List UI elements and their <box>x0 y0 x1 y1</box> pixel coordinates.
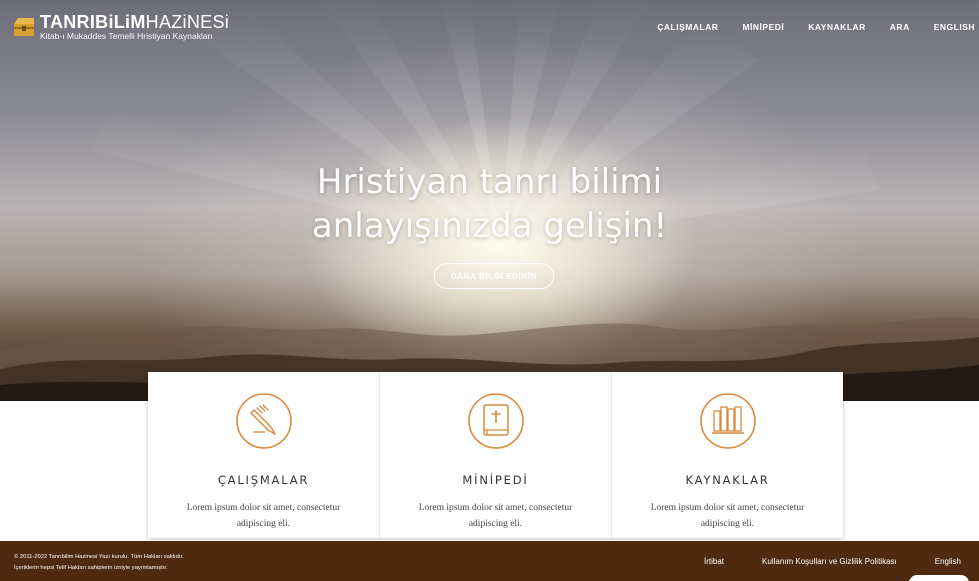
card-kaynaklar[interactable]: KAYNAKLAR Lorem ipsum dolor sit amet, co… <box>611 372 843 538</box>
hero-banner: TANRIBiLiMHAZiNESi Kitab-ı Mukaddes Teme… <box>0 0 979 401</box>
logo-title-bold: TANRIBiLiM <box>40 12 146 32</box>
card-title-minipedi: MİNİPEDİ <box>462 473 529 487</box>
feature-cards: ÇALIŞMALAR Lorem ipsum dolor sit amet, c… <box>148 372 843 538</box>
footer-link-contact[interactable]: İrtibat <box>704 557 724 566</box>
bible-cross-icon <box>467 393 524 449</box>
copyright-text: © 2011-2022 Tanrıbilim Hazinesi Yazı kur… <box>14 552 184 574</box>
card-minipedi[interactable]: MİNİPEDİ Lorem ipsum dolor sit amet, con… <box>379 372 611 538</box>
card-text-calismalar: Lorem ipsum dolor sit amet, consectetur … <box>186 503 341 529</box>
card-title-kaynaklar: KAYNAKLAR <box>685 473 770 487</box>
books-icon <box>699 393 756 449</box>
card-text-kaynaklar: Lorem ipsum dolor sit amet, consectetur … <box>650 503 805 529</box>
card-text-minipedi: Lorem ipsum dolor sit amet, consectetur … <box>418 503 573 529</box>
learn-more-button[interactable]: DAHA BİLGİ EDİNİN <box>434 263 554 289</box>
logo-title-light: HAZiNESi <box>145 12 230 32</box>
scroll-top-tab[interactable] <box>909 575 969 581</box>
logo-title: TANRIBiLiMHAZiNESi <box>40 13 229 31</box>
nav-minipedi[interactable]: MİNİPEDİ <box>742 22 784 32</box>
nav-kaynaklar[interactable]: KAYNAKLAR <box>808 22 866 32</box>
footer-link-english[interactable]: English <box>935 557 961 566</box>
logo-subtitle: Kitab-ı Mukaddes Temelli Hristiyan Kayna… <box>40 31 213 41</box>
nav-ara[interactable]: ARA <box>890 22 910 32</box>
hero-title: Hristiyan tanrı bilimi anlayışınızda gel… <box>0 160 979 248</box>
card-title-calismalar: ÇALIŞMALAR <box>217 473 310 487</box>
hero-title-line2: anlayışınızda gelişin! <box>311 206 668 246</box>
treasure-chest-icon <box>14 18 34 36</box>
site-logo[interactable]: TANRIBiLiMHAZiNESi Kitab-ı Mukaddes Teme… <box>12 13 229 41</box>
copyright-line2: İçeriklerin hepsi Telif Hakları sahipler… <box>14 565 168 571</box>
pencil-hand-icon <box>235 393 292 449</box>
footer-links: İrtibat Kullanım Koşulları ve Gizlilik P… <box>666 557 961 566</box>
card-calismalar[interactable]: ÇALIŞMALAR Lorem ipsum dolor sit amet, c… <box>148 372 379 538</box>
copyright-line1: © 2011-2022 Tanrıbilim Hazinesi Yazı kur… <box>14 554 184 560</box>
nav-calismalar[interactable]: ÇALIŞMALAR <box>657 22 718 32</box>
footer-link-terms[interactable]: Kullanım Koşulları ve Gizlilik Politikas… <box>762 557 897 566</box>
site-footer: © 2011-2022 Tanrıbilim Hazinesi Yazı kur… <box>0 541 979 581</box>
nav-english[interactable]: ENGLISH <box>934 22 975 32</box>
hero-title-line1: Hristiyan tanrı bilimi <box>316 162 663 202</box>
main-nav: ÇALIŞMALAR MİNİPEDİ KAYNAKLAR ARA ENGLIS… <box>633 22 975 32</box>
